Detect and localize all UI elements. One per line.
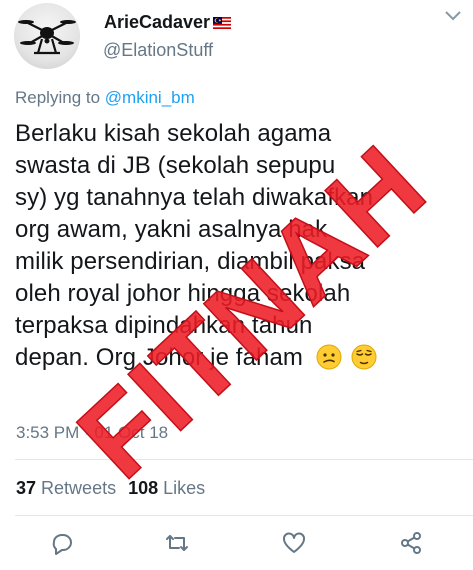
tweet-text-line: milik persendirian, diambil paksa <box>15 248 366 275</box>
tweet-text-line: oleh royal johor hingga sekolah <box>15 280 351 307</box>
like-button[interactable] <box>281 530 307 556</box>
tweet-text-line: org awam, yakni asalnya hak <box>15 216 328 243</box>
likes-stat[interactable]: 108 Likes <box>128 478 205 498</box>
tweet-text-line: swasta di JB (sekolah sepupu <box>15 152 336 179</box>
replying-to: Replying to @mkini_bm <box>15 88 195 108</box>
tweet-text: Berlaku kisah sekolah agama swasta di JB… <box>15 118 467 374</box>
drone-icon <box>18 20 76 55</box>
tweet-text-line: terpaksa dipindahkan tahun <box>15 312 313 339</box>
retweets-stat[interactable]: 37 Retweets <box>16 478 116 498</box>
chevron-down-icon[interactable] <box>444 10 462 22</box>
retweets-label: Retweets <box>41 478 117 498</box>
replying-prefix: Replying to <box>15 88 105 107</box>
tweet-text-line: sy) yg tanahnya telah diwakafkan <box>15 184 374 211</box>
user-handle[interactable]: @ElationStuff <box>103 40 213 61</box>
like-icon <box>283 532 305 553</box>
divider <box>15 515 473 516</box>
tweet-text-line: Berlaku kisah sekolah agama <box>15 120 332 147</box>
tweet-text-line-last: depan. Org Johor je faham <box>15 342 467 374</box>
display-name[interactable]: ArieCadaver <box>104 12 232 33</box>
likes-count: 108 <box>128 478 159 498</box>
reply-button[interactable] <box>49 530 75 556</box>
reply-icon <box>52 534 72 555</box>
likes-label: Likes <box>163 478 206 498</box>
malaysia-flag-icon <box>213 17 232 29</box>
tweet-time: 3:53 PM <box>16 423 80 442</box>
tweet-text-line: depan. Org Johor je faham <box>15 344 304 371</box>
avatar[interactable] <box>14 3 80 69</box>
retweet-icon <box>166 535 188 551</box>
engagement-stats: 37 Retweets 108 Likes <box>16 478 205 499</box>
retweets-count: 37 <box>16 478 37 498</box>
tweet-date: 01 Oct 18 <box>94 423 169 442</box>
tweet-timestamp[interactable]: 3:53 PM · 01 Oct 18 <box>16 423 168 443</box>
relieved-face-icon <box>351 344 377 370</box>
confused-face-icon <box>316 344 342 370</box>
display-name-text: ArieCadaver <box>104 12 211 32</box>
share-button[interactable] <box>398 530 424 556</box>
date-separator: · <box>79 423 95 442</box>
share-icon <box>401 532 421 554</box>
retweet-button[interactable] <box>164 530 190 556</box>
divider <box>15 459 473 460</box>
replying-mention-link[interactable]: @mkini_bm <box>105 88 195 107</box>
